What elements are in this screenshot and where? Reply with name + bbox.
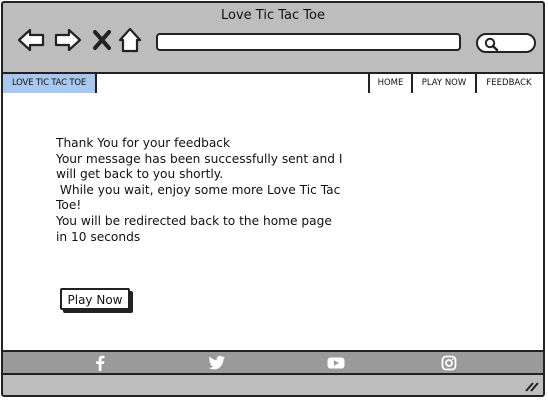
search-icon — [484, 37, 498, 51]
thank-you-message: Thank You for your feedback Your message… — [56, 136, 346, 245]
browser-window: Love Tic Tac Toe LOVE TIC TAC TOE HOME P… — [1, 1, 545, 397]
search-box[interactable] — [476, 33, 536, 53]
instagram-icon[interactable] — [441, 355, 457, 371]
nav-feedback[interactable]: FEEDBACK — [475, 74, 541, 93]
forward-arrow-icon[interactable] — [53, 25, 83, 55]
message-suggestion: While you wait, enjoy some more Love Tic… — [56, 182, 345, 213]
youtube-icon[interactable] — [327, 355, 345, 371]
resize-grip-icon[interactable] — [525, 380, 539, 392]
main-content: Thank You for your feedback Your message… — [3, 93, 543, 350]
brand-link[interactable]: LOVE TIC TAC TOE — [3, 74, 97, 93]
nav-play-now[interactable]: PLAY NOW — [411, 74, 475, 93]
home-icon[interactable] — [117, 25, 143, 55]
message-heading: Thank You for your feedback — [56, 136, 231, 150]
play-now-button[interactable]: Play Now — [60, 288, 130, 310]
window-title: Love Tic Tac Toe — [221, 8, 325, 23]
facebook-icon[interactable] — [92, 355, 108, 371]
message-redirect: You will be redirected back to the home … — [56, 213, 332, 244]
footer-bar — [3, 350, 543, 375]
url-bar[interactable] — [156, 33, 461, 51]
message-confirmation: Your message has been successfully sent … — [56, 151, 343, 182]
site-navbar: LOVE TIC TAC TOE HOME PLAY NOW FEEDBACK — [3, 72, 543, 95]
close-x-icon[interactable] — [91, 25, 113, 55]
nav-home[interactable]: HOME — [368, 74, 411, 93]
twitter-icon[interactable] — [208, 355, 226, 371]
back-arrow-icon[interactable] — [16, 25, 46, 55]
